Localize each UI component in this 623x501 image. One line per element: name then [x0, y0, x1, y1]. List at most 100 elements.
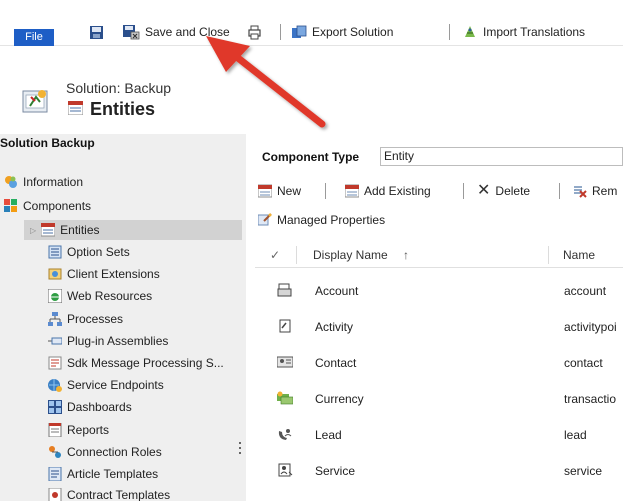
sidebar-item-option-sets[interactable]: Option Sets — [48, 242, 130, 262]
account-icon — [277, 283, 292, 297]
solution-icon — [22, 90, 48, 113]
managed-properties-icon — [258, 213, 272, 226]
column-separator — [548, 246, 549, 264]
sidebar-item-dashboards[interactable]: Dashboards — [48, 397, 132, 417]
table-row[interactable]: Account account — [255, 272, 623, 308]
table-row[interactable]: Lead lead — [255, 416, 623, 452]
row-name: activitypoi — [564, 320, 617, 334]
sidebar-item-label: Sdk Message Processing S... — [67, 356, 224, 370]
row-display-name: Service — [315, 464, 356, 478]
expand-triangle-icon: ▷ — [30, 225, 37, 235]
sidebar-item-client-extensions[interactable]: Client Extensions — [48, 264, 160, 284]
option-sets-icon — [48, 245, 62, 259]
print-button[interactable] — [247, 22, 262, 42]
add-existing-label: Add Existing — [364, 184, 431, 198]
new-button[interactable]: New — [258, 181, 301, 201]
sidebar-item-reports[interactable]: Reports — [48, 420, 109, 440]
article-templates-icon — [48, 467, 62, 481]
sidebar-item-label: Service Endpoints — [67, 378, 164, 392]
remove-icon — [574, 186, 587, 198]
currency-icon — [277, 391, 293, 405]
import-translations-label: Import Translations — [483, 25, 586, 39]
service-icon — [278, 463, 293, 477]
entities-icon — [41, 223, 56, 237]
save-and-close-label: Save and Close — [145, 25, 230, 39]
entities-icon — [68, 101, 83, 115]
sidebar-item-label: Information — [23, 175, 84, 189]
sidebar-item-label: Processes — [67, 312, 124, 326]
new-icon — [258, 184, 272, 198]
remove-label: Rem — [592, 184, 618, 198]
column-separator — [296, 246, 297, 264]
delete-button[interactable]: ✕ Delete — [477, 181, 530, 201]
row-display-name: Account — [315, 284, 359, 298]
sidebar-item-label: Entities — [60, 223, 100, 237]
select-all-checkbox[interactable]: ✓ — [270, 248, 280, 262]
table-row[interactable]: Currency transactio — [255, 380, 623, 416]
row-display-name: Currency — [315, 392, 364, 406]
sidebar-item-label: Components — [23, 199, 92, 213]
row-name: lead — [564, 428, 587, 442]
sidebar-item-connection-roles[interactable]: Connection Roles — [48, 442, 162, 462]
client-extensions-icon — [48, 268, 62, 280]
reports-icon — [48, 423, 62, 437]
sidebar-item-label: Connection Roles — [67, 445, 162, 459]
sidebar-item-sdk-message-processing[interactable]: Sdk Message Processing S... — [48, 353, 224, 373]
table-row[interactable]: Service service — [255, 452, 623, 488]
toolbar-separator — [463, 183, 464, 199]
page-title: Entities — [90, 99, 156, 119]
import-translations-button[interactable]: Import Translations — [462, 22, 585, 42]
callout-arrow — [206, 36, 326, 128]
activity-icon — [279, 319, 291, 333]
table-row[interactable]: Activity activitypoi — [255, 308, 623, 344]
component-type-label: Component Type — [262, 150, 360, 164]
sidebar-item-label: Option Sets — [67, 245, 130, 259]
sidebar-item-web-resources[interactable]: Web Resources — [48, 286, 152, 306]
component-type-select[interactable]: Entity — [380, 147, 623, 166]
sidebar-item-plugin-assemblies[interactable]: Plug-in Assemblies — [48, 331, 168, 351]
sidebar-item-label: Contract Templates — [67, 488, 171, 501]
row-name: contact — [564, 356, 603, 370]
sidebar-title: Solution Backup — [0, 136, 95, 150]
sidebar-item-label: Reports — [67, 423, 110, 437]
sdk-icon — [48, 356, 62, 370]
toolbar-separator — [449, 24, 450, 40]
table-row[interactable]: Contact contact — [255, 344, 623, 380]
save-icon-button[interactable] — [89, 22, 104, 42]
new-label: New — [277, 184, 302, 198]
file-button[interactable]: File — [14, 29, 54, 46]
sidebar-item-entities[interactable]: ▷ Entities — [24, 220, 242, 240]
sidebar-item-components[interactable]: Components — [4, 196, 91, 216]
sidebar-item-label: Dashboards — [67, 400, 132, 414]
save-close-icon — [123, 25, 140, 40]
sidebar-item-label: Article Templates — [67, 467, 159, 481]
components-icon — [4, 199, 17, 212]
sidebar-item-article-templates[interactable]: Article Templates — [48, 464, 158, 484]
add-existing-button[interactable]: Add Existing — [345, 181, 431, 201]
plugin-icon — [48, 337, 62, 345]
dashboards-icon — [48, 400, 62, 414]
export-solution-button[interactable]: Export Solution — [291, 22, 393, 42]
row-display-name: Contact — [315, 356, 357, 370]
sidebar-item-processes[interactable]: Processes — [48, 309, 123, 329]
splitter-grip[interactable] — [239, 442, 242, 458]
row-name: service — [564, 464, 603, 478]
processes-icon — [48, 312, 62, 326]
toolbar-separator — [325, 183, 326, 199]
sidebar-item-label: Plug-in Assemblies — [67, 334, 169, 348]
managed-properties-button[interactable]: Managed Properties — [258, 210, 385, 230]
sidebar-item-contract-templates[interactable]: Contract Templates — [48, 485, 170, 501]
row-name: transactio — [564, 392, 617, 406]
save-and-close-button[interactable]: Save and Close — [122, 22, 230, 42]
export-solution-label: Export Solution — [312, 25, 394, 39]
connection-roles-icon — [49, 446, 61, 458]
column-header-name[interactable]: Name — [563, 248, 595, 262]
web-resources-icon — [48, 289, 62, 303]
column-header-display-name[interactable]: Display Name — [313, 248, 388, 262]
sidebar-item-information[interactable]: Information — [4, 172, 83, 192]
remove-button[interactable]: Rem — [573, 181, 617, 201]
information-icon — [5, 176, 17, 188]
solution-name: Solution: Backup — [66, 80, 172, 96]
contract-templates-icon — [48, 488, 62, 501]
sidebar-item-service-endpoints[interactable]: Service Endpoints — [48, 375, 164, 395]
